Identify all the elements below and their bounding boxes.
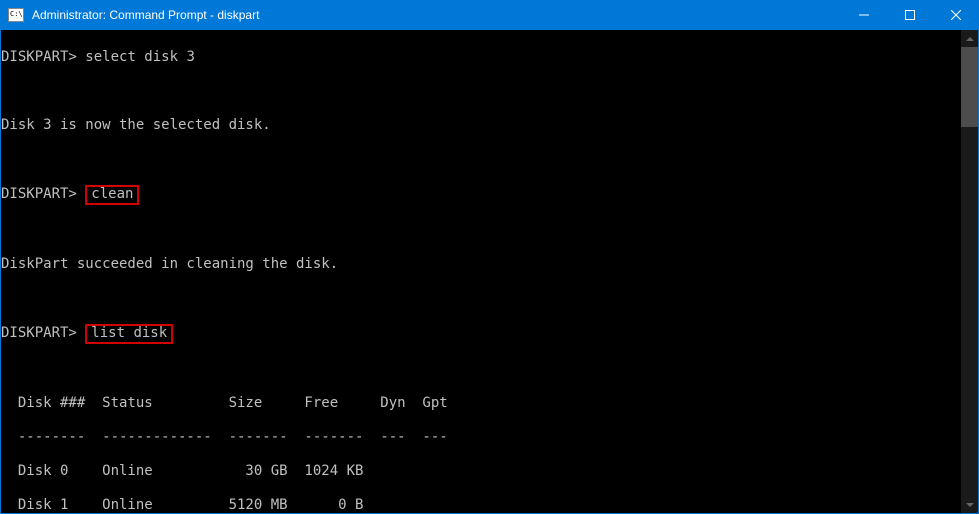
cmd-icon bbox=[8, 8, 24, 22]
window-title: Administrator: Command Prompt - diskpart bbox=[30, 8, 841, 22]
close-button[interactable] bbox=[933, 0, 979, 30]
window-controls bbox=[841, 0, 979, 30]
disk-table-row: Disk 0 Online 30 GB 1024 KB bbox=[1, 463, 961, 480]
disk-table-row: Disk 1 Online 5120 MB 0 B bbox=[1, 497, 961, 513]
chevron-up-icon bbox=[966, 37, 974, 41]
msg-clean-ok: DiskPart succeeded in cleaning the disk. bbox=[1, 256, 961, 273]
titlebar[interactable]: Administrator: Command Prompt - diskpart bbox=[0, 0, 979, 30]
terminal-output[interactable]: DISKPART> select disk 3 Disk 3 is now th… bbox=[1, 30, 961, 513]
prompt: DISKPART> bbox=[1, 186, 77, 202]
minimize-icon bbox=[859, 10, 869, 20]
close-icon bbox=[951, 10, 961, 20]
minimize-button[interactable] bbox=[841, 0, 887, 30]
scrollbar-track[interactable] bbox=[961, 47, 978, 496]
scroll-up-button[interactable] bbox=[961, 30, 978, 47]
cmd-clean: clean bbox=[85, 185, 139, 205]
scrollbar-thumb[interactable] bbox=[961, 47, 978, 127]
prompt: DISKPART> bbox=[1, 325, 77, 341]
cmd-list-disk: list disk bbox=[85, 324, 173, 344]
app-window: Administrator: Command Prompt - diskpart… bbox=[0, 0, 979, 514]
scroll-down-button[interactable] bbox=[961, 496, 978, 513]
msg-selected-disk: Disk 3 is now the selected disk. bbox=[1, 117, 961, 134]
cmd-select-disk: select disk 3 bbox=[85, 49, 195, 65]
disk-table-header: Disk ### Status Size Free Dyn Gpt bbox=[1, 395, 961, 412]
client-area: DISKPART> select disk 3 Disk 3 is now th… bbox=[1, 30, 978, 513]
maximize-icon bbox=[905, 10, 915, 20]
chevron-down-icon bbox=[966, 503, 974, 507]
disk-table-divider: -------- ------------- ------- ------- -… bbox=[1, 429, 961, 446]
prompt: DISKPART> bbox=[1, 49, 77, 65]
vertical-scrollbar[interactable] bbox=[961, 30, 978, 513]
maximize-button[interactable] bbox=[887, 0, 933, 30]
